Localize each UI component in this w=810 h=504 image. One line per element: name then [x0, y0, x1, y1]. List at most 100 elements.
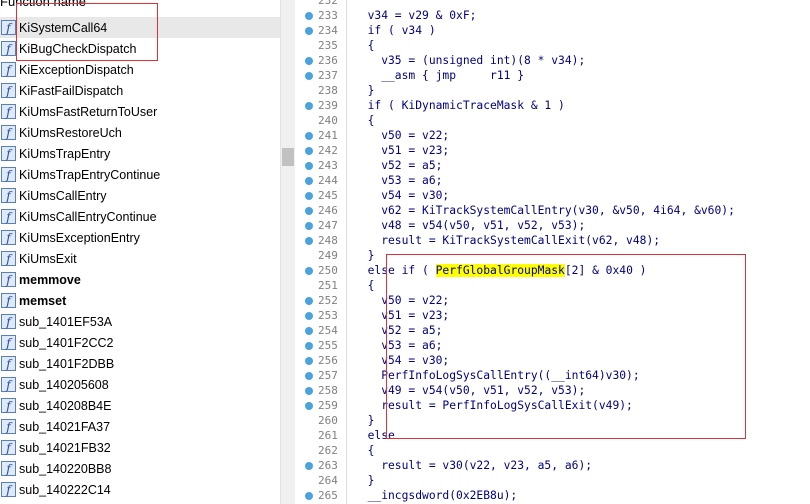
gutter-line[interactable]: 265 — [296, 488, 346, 503]
scrollbar-thumb[interactable] — [282, 148, 294, 166]
line-marker-dot-icon[interactable] — [305, 462, 313, 470]
gutter-line[interactable]: 254 — [296, 323, 346, 338]
code-line[interactable]: { — [354, 443, 375, 458]
code-line[interactable]: v35 = (unsigned int)(8 * v34); — [354, 53, 585, 68]
code-line[interactable]: __asm { jmp r11 } — [354, 68, 524, 83]
code-line[interactable]: } — [354, 413, 375, 428]
code-line[interactable]: PerfInfoLogSysCallEntry((__int64)v30); — [354, 368, 639, 383]
line-marker-dot-icon[interactable] — [305, 102, 313, 110]
line-marker-dot-icon[interactable] — [305, 357, 313, 365]
gutter-line[interactable]: 246 — [296, 203, 346, 218]
line-marker-dot-icon[interactable] — [305, 372, 313, 380]
gutter-line[interactable]: 235 — [296, 38, 346, 53]
line-marker-dot-icon[interactable] — [305, 192, 313, 200]
line-marker-dot-icon[interactable] — [305, 237, 313, 245]
function-list-item[interactable]: f sub_14021FA37 — [0, 416, 280, 437]
code-line[interactable]: { — [354, 113, 375, 128]
code-line[interactable] — [354, 0, 368, 8]
gutter-line[interactable]: 248 — [296, 233, 346, 248]
gutter-line[interactable]: 252 — [296, 293, 346, 308]
gutter-line[interactable]: 236 — [296, 53, 346, 68]
code-line[interactable]: if ( KiDynamicTraceMask & 1 ) — [354, 98, 565, 113]
line-marker-dot-icon[interactable] — [305, 177, 313, 185]
line-marker-dot-icon[interactable] — [305, 342, 313, 350]
code-line[interactable]: v50 = v22; — [354, 128, 449, 143]
function-list-item[interactable]: f sub_140208B4E — [0, 395, 280, 416]
function-list-item[interactable]: f KiBugCheckDispatch — [0, 38, 280, 59]
code-line[interactable]: v54 = v30; — [354, 188, 449, 203]
function-list-item[interactable]: f KiUmsExit — [0, 248, 280, 269]
function-list-item[interactable]: f KiUmsFastReturnToUser — [0, 101, 280, 122]
code-line[interactable]: v53 = a6; — [354, 173, 442, 188]
code-line[interactable]: __incgsdword(0x2EB8u); — [354, 488, 518, 503]
gutter-line[interactable]: 238 — [296, 83, 346, 98]
line-marker-dot-icon[interactable] — [305, 297, 313, 305]
gutter-line[interactable]: 264 — [296, 473, 346, 488]
gutter-line[interactable]: 255 — [296, 338, 346, 353]
function-list-item[interactable]: f memmove — [0, 269, 280, 290]
function-list-scrollbar[interactable] — [280, 0, 295, 504]
gutter-line[interactable]: 250 — [296, 263, 346, 278]
gutter-line[interactable]: 253 — [296, 308, 346, 323]
gutter-line[interactable]: 262 — [296, 443, 346, 458]
gutter-line[interactable]: 260 — [296, 413, 346, 428]
code-line[interactable]: v62 = KiTrackSystemCallEntry(v30, &v50, … — [354, 203, 735, 218]
code-line[interactable]: result = KiTrackSystemCallExit(v62, v48)… — [354, 233, 660, 248]
function-list-item[interactable]: f KiFastFailDispatch — [0, 80, 280, 101]
function-name-column-header[interactable]: Function name — [0, 0, 86, 9]
function-list-item[interactable]: f KiUmsExceptionEntry — [0, 227, 280, 248]
pseudocode-view[interactable]: 232 233 234 235 236 237 238 239 240 241 242 243 244 2… — [296, 0, 810, 504]
gutter-line[interactable]: 243 — [296, 158, 346, 173]
line-marker-dot-icon[interactable] — [305, 12, 313, 20]
function-list-item[interactable]: f KiUmsCallEntry — [0, 185, 280, 206]
function-list-item[interactable]: f sub_1401EF53A — [0, 311, 280, 332]
gutter-line[interactable]: 244 — [296, 173, 346, 188]
gutter-line[interactable]: 256 — [296, 353, 346, 368]
function-list-item[interactable]: f KiExceptionDispatch — [0, 59, 280, 80]
function-list-header[interactable]: Function name — [0, 0, 280, 11]
line-marker-dot-icon[interactable] — [305, 72, 313, 80]
line-marker-dot-icon[interactable] — [305, 132, 313, 140]
gutter-line[interactable]: 241 — [296, 128, 346, 143]
function-list-item[interactable]: f sub_140220BB8 — [0, 458, 280, 479]
gutter-line[interactable]: 259 — [296, 398, 346, 413]
line-marker-dot-icon[interactable] — [305, 267, 313, 275]
line-marker-dot-icon[interactable] — [305, 387, 313, 395]
gutter-line[interactable]: 239 — [296, 98, 346, 113]
code-line[interactable]: v50 = v22; — [354, 293, 449, 308]
code-line[interactable]: v51 = v23; — [354, 143, 449, 158]
gutter-line[interactable]: 242 — [296, 143, 346, 158]
code-line[interactable]: v34 = v29 & 0xF; — [354, 8, 477, 23]
code-line[interactable]: v49 = v54(v50, v51, v52, v53); — [354, 383, 585, 398]
line-marker-dot-icon[interactable] — [305, 57, 313, 65]
function-list-item[interactable]: f sub_1401F2CC2 — [0, 332, 280, 353]
gutter-line[interactable]: 258 — [296, 383, 346, 398]
code-line[interactable]: } — [354, 83, 375, 98]
function-list-item[interactable]: f sub_1401F2DBB — [0, 353, 280, 374]
gutter-line[interactable]: 233 — [296, 8, 346, 23]
function-list-item[interactable]: f memset — [0, 290, 280, 311]
line-marker-dot-icon[interactable] — [305, 492, 313, 500]
function-list-item[interactable]: f sub_140222C14 — [0, 479, 280, 500]
code-line[interactable]: { — [354, 278, 375, 293]
code-line[interactable]: else if ( PerfGlobalGroupMask[2] & 0x40 … — [354, 263, 646, 278]
line-marker-dot-icon[interactable] — [305, 207, 313, 215]
code-line[interactable]: result = PerfInfoLogSysCallExit(v49); — [354, 398, 633, 413]
code-line[interactable]: v51 = v23; — [354, 308, 449, 323]
line-marker-dot-icon[interactable] — [305, 27, 313, 35]
function-list-item[interactable]: f KiUmsTrapEntry — [0, 143, 280, 164]
code-line[interactable]: } — [354, 473, 375, 488]
line-marker-dot-icon[interactable] — [305, 162, 313, 170]
function-list-item[interactable]: f KiUmsCallEntryContinue — [0, 206, 280, 227]
code-line[interactable]: v53 = a6; — [354, 338, 442, 353]
highlighted-identifier[interactable]: PerfGlobalGroupMask — [435, 264, 565, 277]
gutter-line[interactable]: 261 — [296, 428, 346, 443]
gutter-line[interactable]: 234 — [296, 23, 346, 38]
line-marker-dot-icon[interactable] — [305, 147, 313, 155]
code-line[interactable]: v52 = a5; — [354, 158, 442, 173]
function-list-item[interactable]: f KiUmsRestoreUch — [0, 122, 280, 143]
gutter-line[interactable]: 240 — [296, 113, 346, 128]
code-line[interactable]: if ( v34 ) — [354, 23, 436, 38]
gutter-line[interactable]: 257 — [296, 368, 346, 383]
line-marker-dot-icon[interactable] — [305, 327, 313, 335]
